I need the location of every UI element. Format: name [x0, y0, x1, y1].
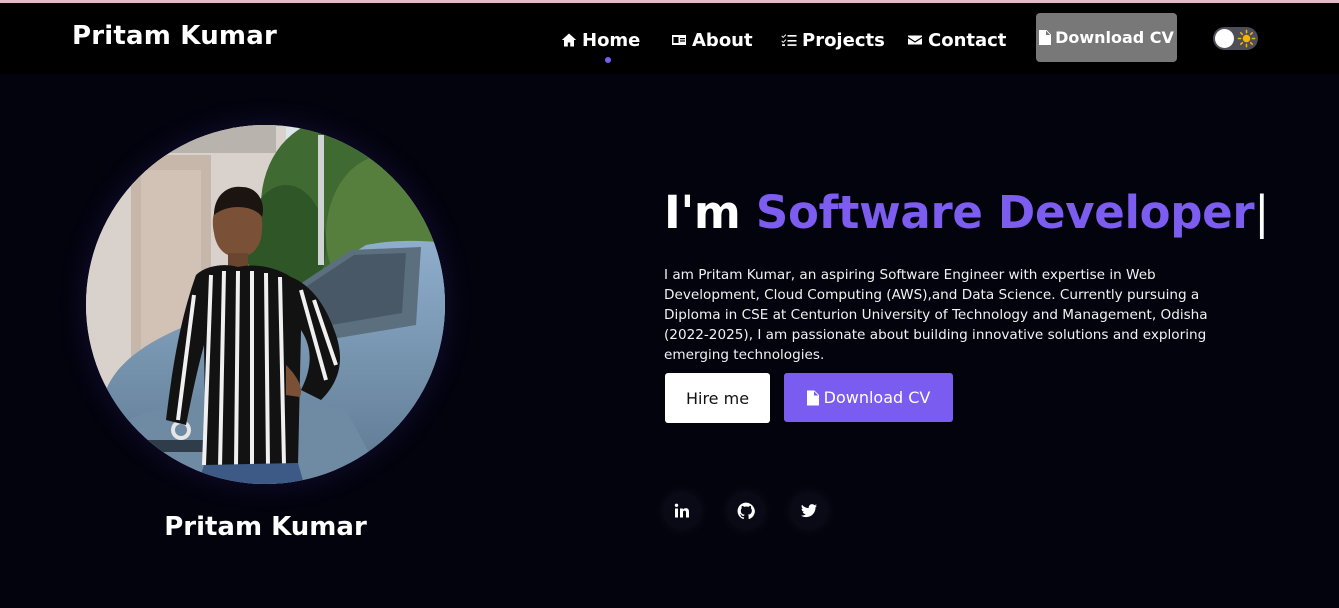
- twitter-icon: [801, 504, 817, 518]
- profile-name: Pritam Kumar: [164, 512, 367, 542]
- nav-about-label: About: [692, 29, 753, 51]
- list-check-icon: [781, 34, 797, 46]
- nav-home[interactable]: Home: [561, 27, 640, 53]
- hero-bio: I am Pritam Kumar, an aspiring Software …: [664, 267, 1208, 363]
- nav-active-indicator: [605, 57, 611, 63]
- nav-contact[interactable]: Contact: [907, 27, 1006, 53]
- theme-toggle[interactable]: [1213, 27, 1258, 50]
- profile-photo: [86, 125, 445, 484]
- github-icon: [737, 502, 755, 520]
- home-icon: [561, 33, 577, 47]
- toggle-knob: [1215, 29, 1234, 48]
- nav-contact-label: Contact: [928, 29, 1007, 51]
- nav-home-label: Home: [582, 29, 641, 51]
- hero-headline: I'm Software Developer|: [664, 186, 1269, 239]
- linkedin-link[interactable]: [663, 492, 701, 530]
- nav-projects[interactable]: Projects: [781, 27, 885, 53]
- file-icon: [806, 390, 819, 405]
- envelope-icon: [908, 35, 922, 45]
- typing-cursor: |: [1254, 186, 1270, 239]
- download-cv-label: Download CV: [823, 388, 931, 407]
- twitter-link[interactable]: [790, 492, 828, 530]
- nav-download-cv-button[interactable]: Download CV: [1036, 13, 1177, 62]
- navbar: Pritam Kumar Home About Projects Contact…: [0, 3, 1339, 74]
- nav-download-cv-label: Download CV: [1055, 28, 1174, 47]
- headline-prefix: I'm: [664, 186, 756, 239]
- linkedin-icon: [674, 503, 689, 518]
- github-link[interactable]: [727, 492, 765, 530]
- hire-me-button[interactable]: Hire me: [665, 373, 770, 423]
- sun-icon: [1237, 29, 1256, 48]
- id-card-icon: [672, 35, 686, 45]
- file-icon: [1039, 30, 1052, 45]
- brand-logo[interactable]: Pritam Kumar: [72, 21, 277, 51]
- nav-projects-label: Projects: [802, 29, 885, 51]
- headline-role: Software Developer: [755, 186, 1255, 239]
- download-cv-button[interactable]: Download CV: [784, 373, 953, 422]
- nav-about[interactable]: About: [671, 27, 753, 53]
